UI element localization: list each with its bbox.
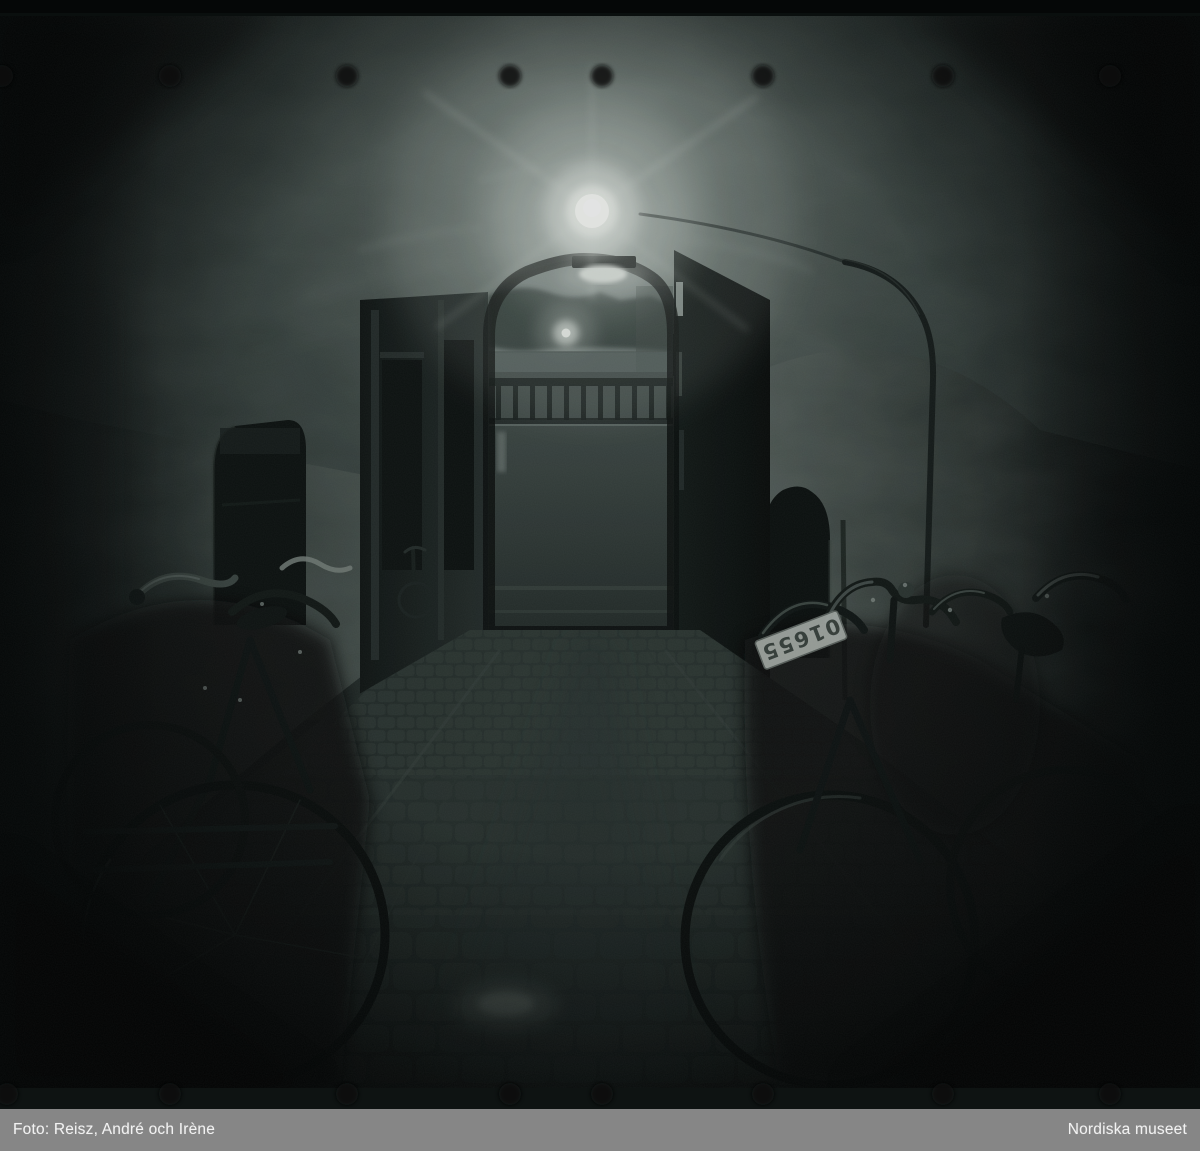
photograph-night-alley: 01655 <box>0 0 1200 1109</box>
film-grain-overlay <box>0 13 1200 1092</box>
museum-credit: Nordiska museet <box>1068 1121 1187 1139</box>
photographer-credit: Foto: Reisz, André och Irène <box>13 1121 215 1139</box>
archive-photo-page: 01655 <box>0 0 1200 1151</box>
film-border-top <box>0 0 1200 13</box>
caption-bar: Foto: Reisz, André och Irène Nordiska mu… <box>0 1109 1200 1151</box>
